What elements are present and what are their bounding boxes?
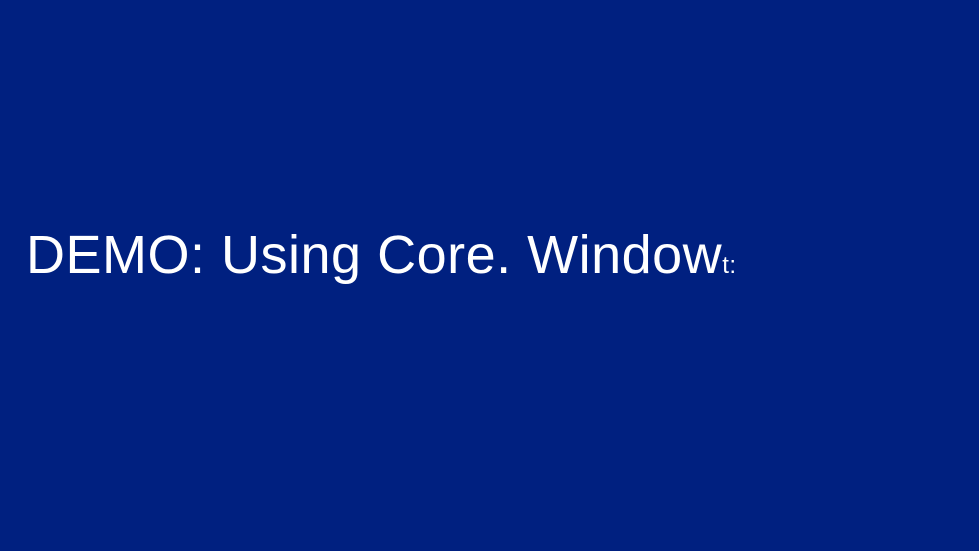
slide-title-suffix: t: — [722, 252, 736, 279]
slide-title-main: DEMO: Using Core. Window — [26, 225, 722, 285]
slide-title: DEMO: Using Core. Windowt: — [26, 228, 737, 282]
